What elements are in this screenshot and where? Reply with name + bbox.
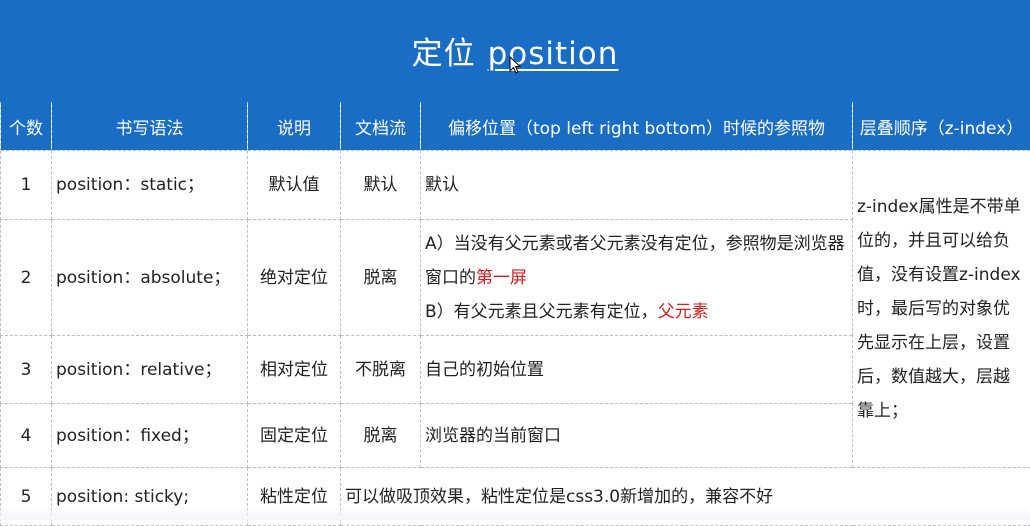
title-link-position[interactable]: position <box>488 36 619 72</box>
ref-line-b: B）有父元素且父元素有定位，父元素 <box>425 295 848 329</box>
row-desc: 固定定位 <box>248 404 341 468</box>
header-count: 个数 <box>1 102 52 151</box>
row-syntax: position：relative； <box>52 336 248 404</box>
row-flow: 默认 <box>341 151 421 220</box>
row-ref: 自己的初始位置 <box>421 336 853 404</box>
title-banner: 定位 position <box>0 0 1030 102</box>
row-desc: 默认值 <box>248 151 341 220</box>
bottom-edge <box>0 505 1030 520</box>
row-syntax: position：fixed； <box>52 404 248 468</box>
header-flow: 文档流 <box>341 102 421 151</box>
header-desc: 说明 <box>248 102 341 151</box>
ref-b-text: B）有父元素且父元素有定位， <box>425 302 658 322</box>
row-desc: 绝对定位 <box>248 220 341 336</box>
row-ref: 默认 <box>421 151 853 220</box>
row-number: 4 <box>1 404 52 468</box>
header-syntax: 书写语法 <box>52 102 248 151</box>
row-syntax: position：static； <box>52 151 248 220</box>
row-number: 2 <box>1 220 52 336</box>
title-main: 定位 <box>412 36 476 72</box>
zindex-note: z-index属性是不带单位的，并且可以给负值，没有设置z-index时，最后写… <box>853 151 1030 468</box>
ref-a-highlight: 第一屏 <box>476 268 527 288</box>
mouse-cursor-icon <box>509 56 521 74</box>
header-offset-ref: 偏移位置（top left right bottom）时候的参照物 <box>421 102 853 151</box>
row-flow: 脱离 <box>341 404 421 468</box>
ref-b-highlight: 父元素 <box>658 302 709 322</box>
row-number: 1 <box>1 151 52 220</box>
ref-line-a: A）当没有父元素或者父元素没有定位，参照物是浏览器窗口的第一屏 <box>425 227 848 295</box>
row-ref: A）当没有父元素或者父元素没有定位，参照物是浏览器窗口的第一屏 B）有父元素且父… <box>421 220 853 336</box>
row-flow: 脱离 <box>341 220 421 336</box>
row-desc: 相对定位 <box>248 336 341 404</box>
row-syntax: position：absolute； <box>52 220 248 336</box>
zindex-note-text: z-index属性是不带单位的，并且可以给负值，没有设置z-index时，最后写… <box>857 197 1021 421</box>
row-ref: 浏览器的当前窗口 <box>421 404 853 468</box>
position-table: 个数 书写语法 说明 文档流 偏移位置（top left right botto… <box>0 102 1030 526</box>
table-header-row: 个数 书写语法 说明 文档流 偏移位置（top left right botto… <box>1 102 1030 151</box>
row-number: 3 <box>1 336 52 404</box>
header-zindex: 层叠顺序（z-index） <box>853 102 1030 151</box>
row-flow: 不脱离 <box>341 336 421 404</box>
table-row: 1 position：static； 默认值 默认 默认 z-index属性是不… <box>1 151 1030 220</box>
